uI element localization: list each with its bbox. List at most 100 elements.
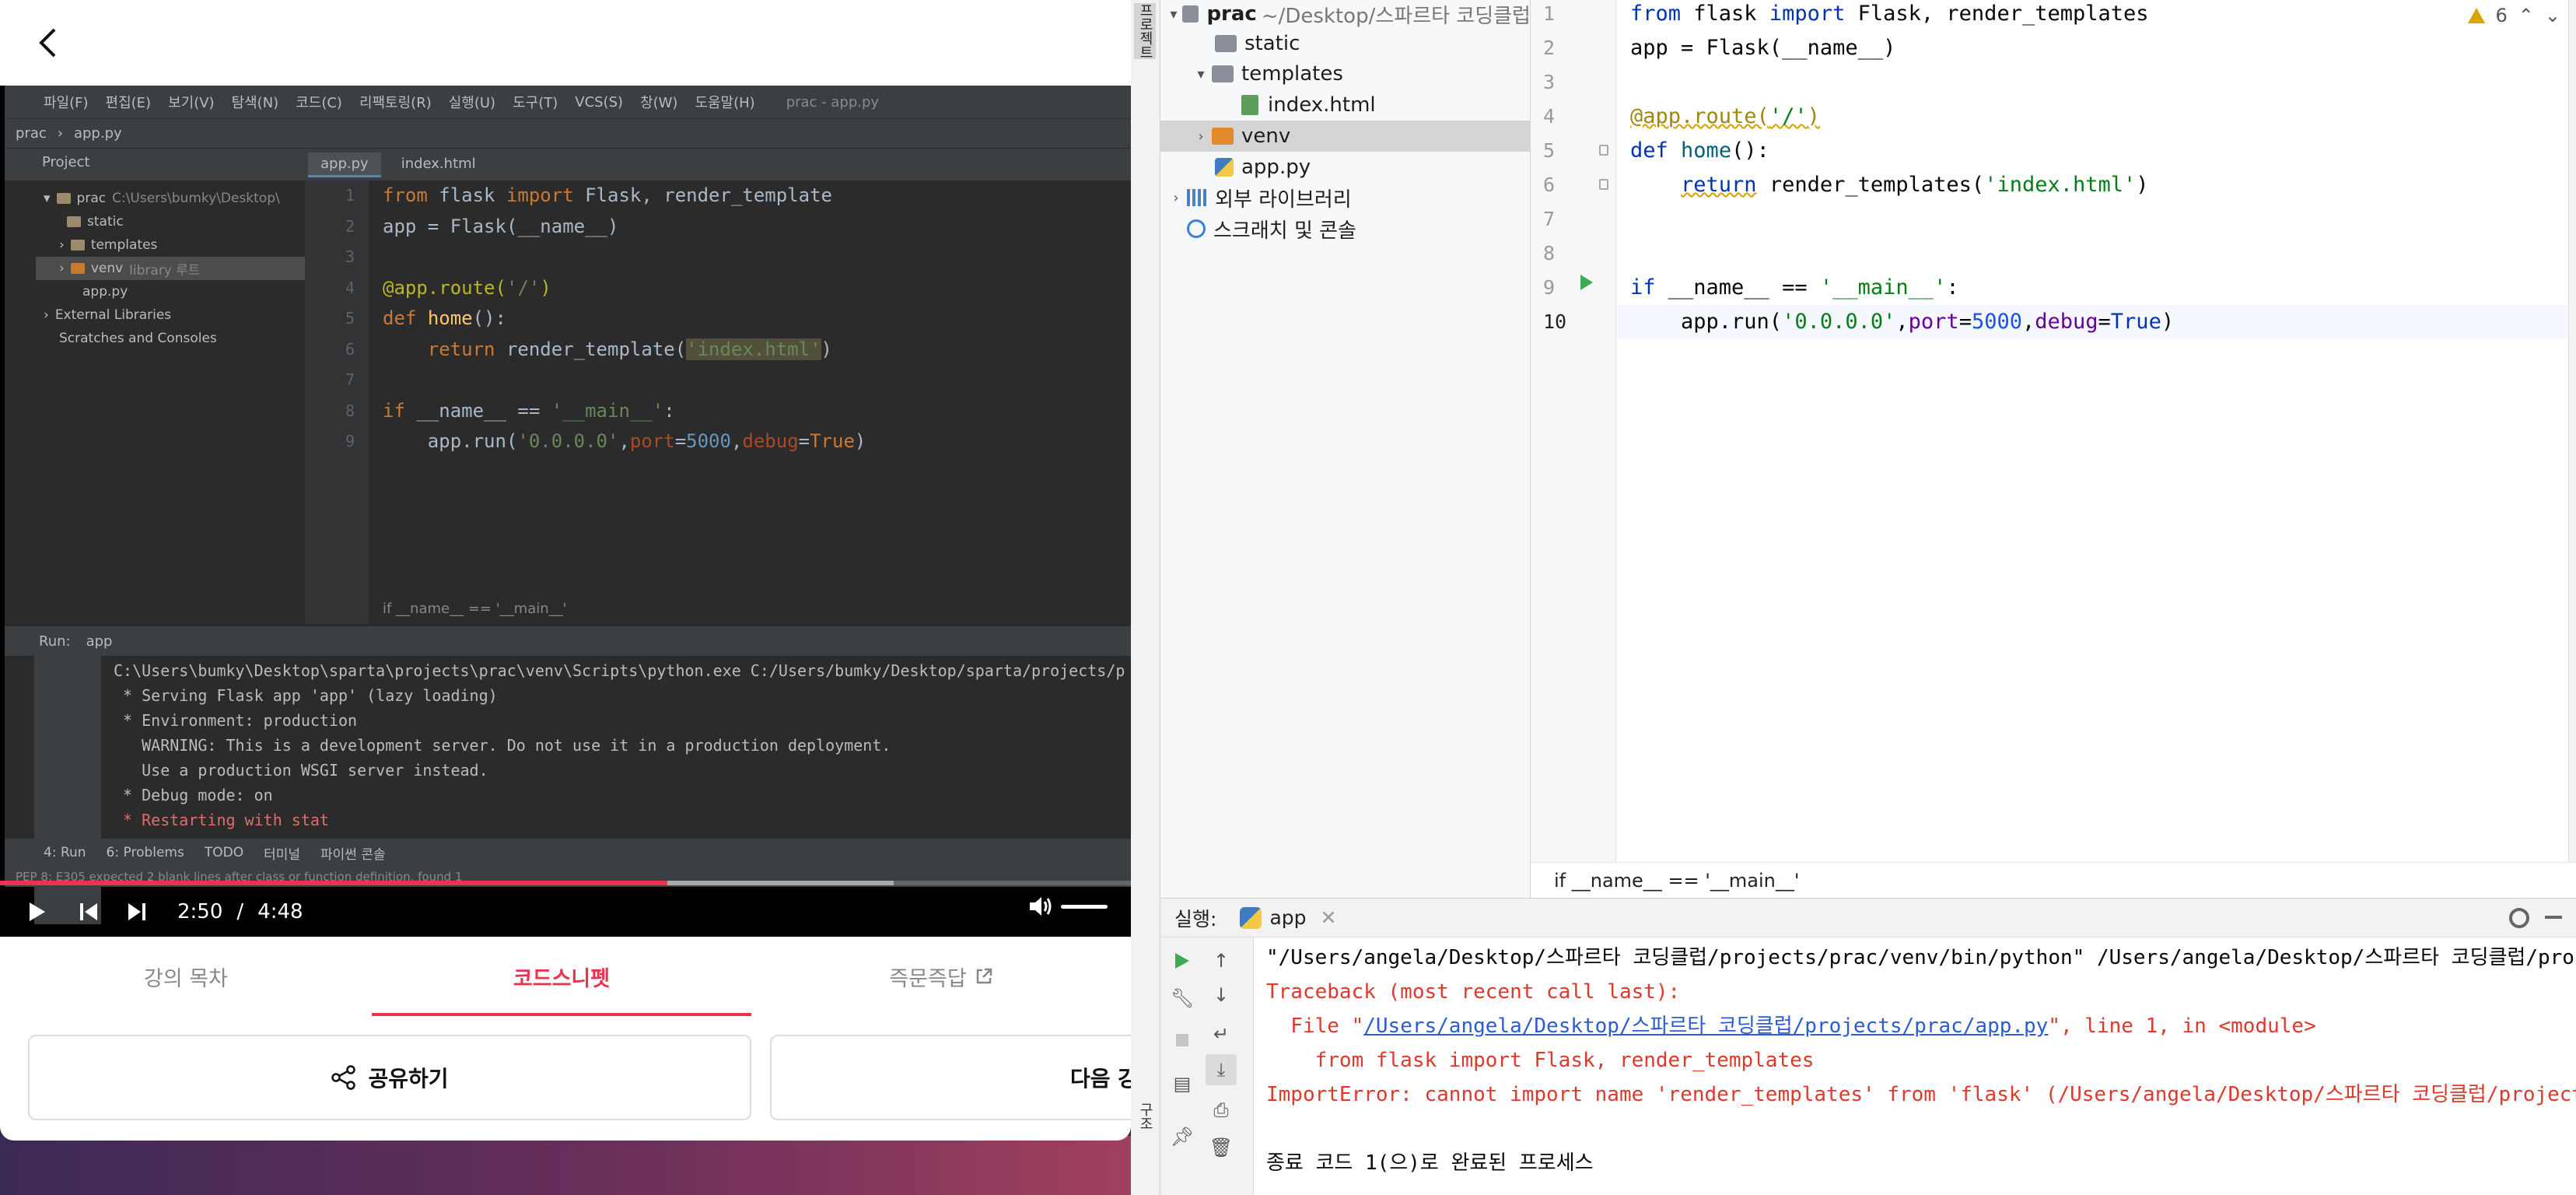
run-gutter-icon[interactable] <box>1580 275 1593 290</box>
folder-icon <box>56 193 71 204</box>
next-button[interactable] <box>120 895 154 929</box>
video-progress-bar[interactable] <box>0 881 1131 885</box>
menu-item: 실행(U) <box>448 95 496 111</box>
menu-item: 도움말(H) <box>695 95 755 111</box>
scroll-up-button[interactable]: ↑ <box>1206 945 1237 976</box>
gear-icon[interactable] <box>2509 908 2529 928</box>
structure-tool-button[interactable]: 구조 <box>1134 1089 1156 1144</box>
scroll-to-end-button[interactable]: ⤓ <box>1206 1054 1237 1085</box>
chevron-left-icon <box>39 28 56 58</box>
line-number: 8 <box>1543 242 1556 265</box>
tree-item-external-libraries[interactable]: › 외부 라이브러리 <box>1160 182 1531 213</box>
play-button[interactable] <box>20 895 54 929</box>
video-player[interactable]: 파일(F) 편집(E) 보기(V) 탐색(N) 코드(C) 리팩토링(R) 실행… <box>0 86 1131 937</box>
rerun-button[interactable] <box>1167 945 1198 976</box>
bottom-tab: 6: Problems <box>106 845 184 860</box>
tree-label: External Libraries <box>54 307 172 323</box>
folder-icon <box>70 263 85 274</box>
bottom-tab: 터미널 <box>264 846 301 863</box>
console-line: C:\Users\bumky\Desktop\sparta\projects\p… <box>114 661 1125 680</box>
share-button[interactable]: 공유하기 <box>28 1035 751 1120</box>
line-number: 7 <box>345 370 355 389</box>
stop-icon <box>1176 1034 1188 1046</box>
close-icon[interactable]: ✕ <box>1321 906 1337 929</box>
volume-slider[interactable] <box>1061 904 1108 909</box>
tree-item-prac[interactable]: ▾ prac ~/Desktop/스파르타 코딩클럽 <box>1160 0 1531 30</box>
pin-button[interactable]: 📌︎ <box>1167 1121 1198 1152</box>
console-output[interactable]: "/Users/angela/Desktop/스파르타 코딩클럽/project… <box>1266 941 2576 1180</box>
tree-label: app.py <box>82 284 128 300</box>
tab-quick-qa[interactable]: 즉문즉답 <box>751 937 1131 1016</box>
tree-item-scratches[interactable]: 스크래치 및 콘솔 <box>1160 213 1531 244</box>
tree-item-venv[interactable]: › venv <box>1160 121 1531 152</box>
run-toolbar: 🔧︎ ▤ 📌︎ ↑ ↓ ↵ ⤓ ⎙ 🗑︎ <box>1160 937 1254 1195</box>
tree-extra: C:\Users\bumky\Desktop\ <box>112 191 280 206</box>
tree-item-app-py[interactable]: app.py <box>1160 152 1531 183</box>
tree-item-index-html[interactable]: index.html <box>1160 89 1531 121</box>
menu-item: 코드(C) <box>296 95 342 111</box>
file-link[interactable]: /Users/angela/Desktop/스파르타 코딩클럽/projects… <box>1363 1015 2048 1038</box>
fold-icon[interactable] <box>1599 179 1608 190</box>
progress-buffered <box>667 881 894 885</box>
lecture-browser-window: 파일(F) 편집(E) 보기(V) 탐색(N) 코드(C) 리팩토링(R) 실행… <box>0 0 1131 1141</box>
inspection-widget[interactable]: 6 ⌃ ⌄ <box>2467 5 2560 26</box>
tab-label: 즉문즉답 <box>889 966 967 991</box>
code-line: return render_templates('index.html') <box>1681 173 2149 197</box>
fold-icon[interactable] <box>1599 145 1608 156</box>
layout-button[interactable]: ▤ <box>1167 1068 1198 1099</box>
run-header: 실행: app ✕ <box>1160 899 2576 937</box>
back-button[interactable] <box>28 23 67 62</box>
library-icon <box>1187 189 1207 206</box>
tree-item-templates[interactable]: ▾ templates <box>1160 58 1531 89</box>
video-ide-toolbar <box>5 148 1131 180</box>
next-lecture-button[interactable]: 다음 강 <box>770 1035 1131 1120</box>
scroll-down-button[interactable]: ↓ <box>1206 979 1237 1011</box>
chevron-down-icon[interactable]: ⌄ <box>2545 5 2560 26</box>
folder-icon <box>1212 65 1234 82</box>
wrap-icon: ↵ <box>1213 1023 1230 1045</box>
play-icon <box>30 902 45 921</box>
html-file-icon <box>1241 95 1258 115</box>
code-line: def home(): <box>1630 138 1769 163</box>
video-controls: 2:50 / 4:48 <box>0 887 1131 937</box>
code-editor[interactable]: 1 2 3 4 5 6 7 8 9 10 from flask import F… <box>1531 0 2576 898</box>
current-time: 2:50 <box>177 900 223 923</box>
code-line: @app.route('/') <box>383 276 551 299</box>
menu-item: 도구(T) <box>513 95 558 111</box>
chevron-down-icon: ▾ <box>1197 65 1205 82</box>
chevron-up-icon[interactable]: ⌃ <box>2518 5 2534 26</box>
skip-next-icon <box>128 903 145 920</box>
tab-code-snippet[interactable]: 코드스니펫 <box>372 937 751 1016</box>
stop-button[interactable] <box>1167 1025 1198 1056</box>
line-number: 10 <box>1543 310 1567 333</box>
editor-tab: index.html <box>401 156 476 172</box>
previous-button[interactable] <box>72 895 106 929</box>
code-line: app = Flask(__name__) <box>1630 36 1896 60</box>
video-ide-menubar: 파일(F) 편집(E) 보기(V) 탐색(N) 코드(C) 리팩토링(R) 실행… <box>5 86 1131 118</box>
wrench-icon: 🔧︎ <box>1170 987 1195 1009</box>
editor-breadcrumb[interactable]: if __name__ == '__main__' <box>1531 862 2576 898</box>
print-button[interactable]: ⎙ <box>1206 1095 1237 1126</box>
tree-label: prac <box>76 191 107 206</box>
run-tab-app[interactable]: app ✕ <box>1240 906 1336 929</box>
soft-wrap-button[interactable]: ↵ <box>1206 1018 1237 1050</box>
menu-item: 리팩토링(R) <box>359 95 432 111</box>
tree-label: static <box>87 214 124 230</box>
minimize-icon[interactable] <box>2545 916 2562 919</box>
project-header: Project <box>42 154 90 170</box>
clear-button[interactable]: 🗑︎ <box>1206 1132 1237 1163</box>
share-icon <box>331 1065 356 1090</box>
tree-item-static[interactable]: static <box>1160 28 1531 59</box>
bottom-tab: 4: Run <box>44 845 86 860</box>
path-segment: prac <box>16 125 47 142</box>
project-tool-button[interactable]: 프로젝트 <box>1134 3 1156 59</box>
run-tool-window: 실행: app ✕ 🔧︎ ▤ 📌︎ ↑ ↓ ↵ ⤓ ⎙ 🗑︎ "/Users/a… <box>1160 898 2576 1195</box>
volume-control[interactable] <box>1028 895 1108 918</box>
video-run-header: Run: app <box>5 626 1131 656</box>
settings-button[interactable]: 🔧︎ <box>1167 983 1198 1014</box>
tree-label: prac <box>1206 2 1257 26</box>
line-number: 1 <box>1543 2 1556 25</box>
tab-lecture-index[interactable]: 강의 목차 <box>0 937 372 1016</box>
console-file-line: File "/Users/angela/Desktop/스파르타 코딩클럽/pr… <box>1266 1009 2576 1043</box>
